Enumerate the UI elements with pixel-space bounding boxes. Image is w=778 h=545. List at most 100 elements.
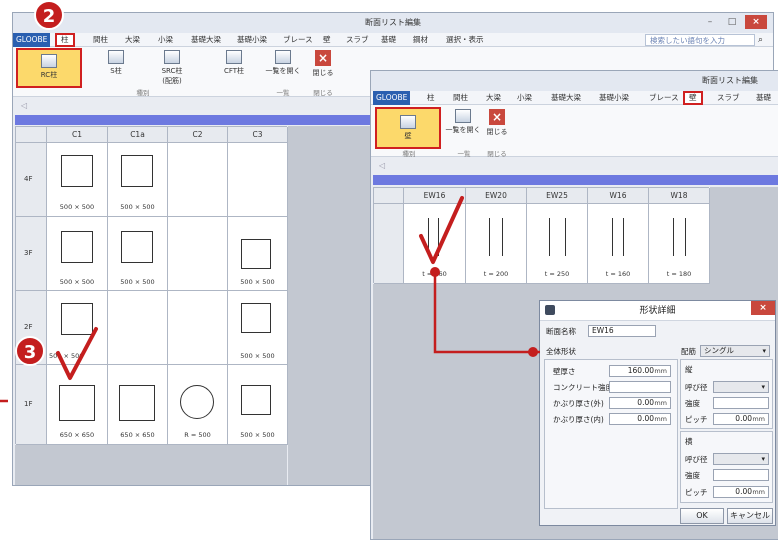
section-square (61, 155, 93, 187)
menu-foundation-beam[interactable]: 基礎小梁 (237, 33, 267, 47)
maximize-button[interactable]: □ (721, 15, 743, 29)
overall-shape-panel: 壁厚さ 160.00 mm コンクリート強度 かぶり厚さ(外) 0.00 mm かぶ… (544, 359, 678, 509)
cover-in-field[interactable]: 0.00 mm (609, 413, 671, 425)
src-column-button[interactable]: SRC柱 (配筋) (155, 50, 189, 86)
thickness-field[interactable]: 160.00 mm (609, 365, 671, 377)
close-button[interactable]: × 閉じる (309, 50, 337, 78)
ok-button[interactable]: OK (680, 508, 724, 524)
close-window-button[interactable]: × (745, 15, 767, 29)
wall-cell[interactable]: t = 160 (404, 204, 466, 284)
menu-slab[interactable]: スラブ (717, 91, 740, 105)
thickness-label: 壁厚さ (553, 367, 576, 376)
rc-column-button[interactable]: RC柱 (16, 48, 82, 88)
section-cell[interactable]: 650 × 650 (47, 365, 108, 445)
menu-stud[interactable]: 間柱 (453, 91, 468, 105)
section-square (59, 385, 95, 421)
menu-stud[interactable]: 間柱 (93, 33, 108, 47)
close-button[interactable]: × 閉じる (483, 109, 511, 137)
rebar-select[interactable]: シングル (700, 345, 770, 357)
menu-foundation-girder[interactable]: 基礎大梁 (191, 33, 221, 47)
section-name-field[interactable]: EW16 (588, 325, 656, 337)
vertical-pitch-field[interactable]: 0.00 mm (713, 413, 769, 425)
section-cell[interactable]: 500 × 500 (47, 291, 108, 365)
wall-cell[interactable]: t = 250 (527, 204, 588, 284)
close-icon: × (315, 50, 331, 66)
column-header[interactable]: EW16 (404, 188, 466, 204)
wall-cell[interactable]: t = 160 (588, 204, 649, 284)
vertical-strength-field[interactable] (713, 397, 769, 409)
floor-header: 4F (16, 143, 47, 217)
collapse-arrow[interactable]: ◁ (379, 161, 385, 170)
s-column-button[interactable]: S柱 (101, 50, 131, 76)
section-cell[interactable]: 500 × 500 (47, 217, 108, 291)
menu-brace[interactable]: ブレース (649, 91, 679, 105)
open-list-button[interactable]: 一覧を開く (445, 109, 481, 135)
menu-foundation-beam[interactable]: 基礎小梁 (599, 91, 629, 105)
menu-gloobe[interactable]: GLOOBE (13, 33, 51, 47)
horizontal-pitch-field[interactable]: 0.00 mm (713, 486, 769, 498)
wall-line (438, 218, 439, 256)
menu-brace[interactable]: ブレース (283, 33, 313, 47)
minimize-button[interactable]: – (699, 15, 721, 29)
column-header[interactable]: W16 (588, 188, 649, 204)
wall-line (673, 218, 674, 256)
section-cell[interactable] (108, 291, 168, 365)
dialog-close-button[interactable]: × (751, 301, 775, 315)
menu-foundation[interactable]: 基礎 (381, 33, 396, 47)
section-cell[interactable]: 650 × 650 (108, 365, 168, 445)
section-cell[interactable] (228, 143, 288, 217)
open-list-label: 一覧を開く (265, 67, 301, 75)
vertical-rebar-panel: 縦 呼び径 強度 ピッチ 0.00mm (680, 359, 773, 429)
cft-column-button[interactable]: CFT柱 (219, 50, 249, 76)
floor-header: 3F (16, 217, 47, 291)
concrete-strength-field[interactable] (609, 381, 671, 393)
menu-select-display[interactable]: 選択・表示 (446, 33, 484, 47)
window-titlebar: 断面リスト編集 (371, 71, 778, 91)
wall-button[interactable]: 壁 (375, 107, 441, 149)
section-square (119, 385, 155, 421)
menu-beam[interactable]: 小梁 (158, 33, 173, 47)
column-header[interactable]: EW25 (527, 188, 588, 204)
section-cell[interactable] (168, 291, 228, 365)
column-header[interactable]: C2 (168, 127, 228, 143)
search-input[interactable]: 検索したい語句を入力 (645, 34, 755, 46)
section-cell[interactable]: 500 × 500 (108, 143, 168, 217)
column-header[interactable]: W18 (649, 188, 710, 204)
menu-girder[interactable]: 大梁 (125, 33, 140, 47)
section-cell[interactable] (168, 143, 228, 217)
section-cell[interactable] (168, 217, 228, 291)
s-column-label: S柱 (110, 67, 122, 75)
open-list-button[interactable]: 一覧を開く (265, 50, 301, 76)
menu-girder[interactable]: 大梁 (486, 91, 501, 105)
horizontal-strength-field[interactable] (713, 469, 769, 481)
close-icon: × (489, 109, 505, 125)
section-cell[interactable]: 500 × 500 (228, 291, 288, 365)
section-cell[interactable]: R = 500 (168, 365, 228, 445)
menu-steel[interactable]: 鋼材 (413, 33, 428, 47)
section-cell[interactable]: 500 × 500 (228, 217, 288, 291)
section-cell[interactable]: 500 × 500 (228, 365, 288, 445)
column-header[interactable]: C3 (228, 127, 288, 143)
menu-beam[interactable]: 小梁 (517, 91, 532, 105)
wall-cell[interactable]: t = 200 (466, 204, 527, 284)
column-header[interactable]: C1a (108, 127, 168, 143)
menu-foundation-girder[interactable]: 基礎大梁 (551, 91, 581, 105)
menu-column[interactable]: 柱 (427, 91, 435, 105)
section-cell[interactable]: 500 × 500 (47, 143, 108, 217)
column-header[interactable]: C1 (47, 127, 108, 143)
menu-slab[interactable]: スラブ (346, 33, 369, 47)
collapse-arrow[interactable]: ◁ (21, 101, 27, 110)
menu-column[interactable]: 柱 (55, 33, 75, 47)
column-header[interactable]: EW20 (466, 188, 527, 204)
cover-out-field[interactable]: 0.00 mm (609, 397, 671, 409)
menu-wall[interactable]: 壁 (323, 33, 331, 47)
horizontal-diameter-select[interactable] (713, 453, 769, 465)
menu-gloobe[interactable]: GLOOBE (373, 91, 411, 105)
cancel-button[interactable]: キャンセル (727, 508, 773, 524)
section-cell[interactable]: 500 × 500 (108, 217, 168, 291)
menu-wall[interactable]: 壁 (683, 91, 703, 105)
wall-cell[interactable]: t = 180 (649, 204, 710, 284)
vertical-diameter-select[interactable] (713, 381, 769, 393)
search-icon[interactable]: ⌕ (758, 33, 763, 47)
menu-foundation[interactable]: 基礎 (756, 91, 771, 105)
